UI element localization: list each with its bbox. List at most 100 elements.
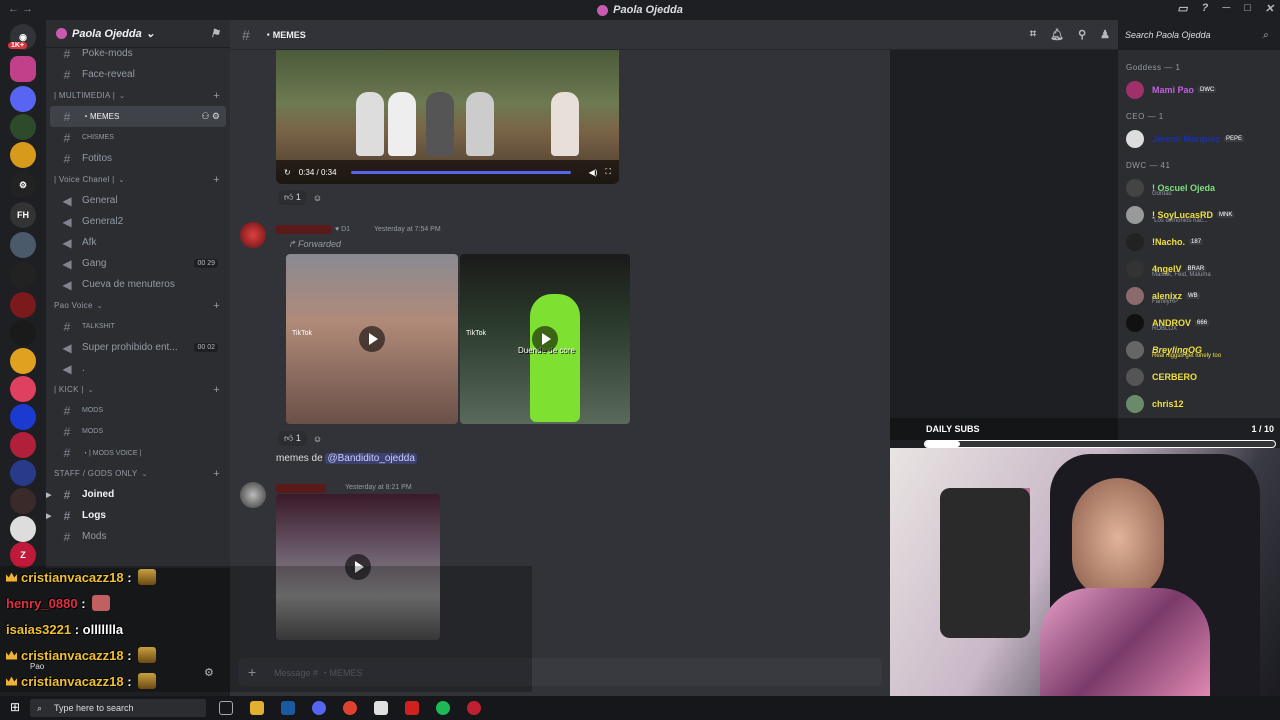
- member-item[interactable]: ANDROV 666 ROBLOX: [1118, 309, 1280, 336]
- category-staff[interactable]: STAFF / GODS ONLY ⌄ +: [46, 463, 230, 484]
- server-icon[interactable]: ⚙: [10, 172, 36, 198]
- volume-icon[interactable]: ◀): [589, 168, 598, 177]
- help-icon[interactable]: ?: [1202, 2, 1209, 15]
- bell-icon[interactable]: 🔔︎: [1050, 28, 1064, 41]
- member-item[interactable]: ! Oscuel Ojeda Gordas: [1118, 174, 1280, 201]
- minimize-icon[interactable]: ─: [1222, 2, 1230, 15]
- discord-icon[interactable]: [312, 701, 326, 715]
- member-item[interactable]: Mami Pao DWC: [1118, 76, 1280, 103]
- add-channel-icon[interactable]: +: [213, 384, 220, 396]
- category-kick[interactable]: | KICK | ⌄ +: [46, 379, 230, 400]
- steam-icon[interactable]: [281, 701, 295, 715]
- channel-mods-2[interactable]: # MODS: [50, 421, 226, 442]
- avatar[interactable]: [240, 482, 266, 508]
- category-voice[interactable]: | Voice Chanel | ⌄ +: [46, 169, 230, 190]
- add-channel-icon[interactable]: +: [213, 174, 220, 186]
- reaction-pill[interactable]: 👍︎ 1: [278, 190, 307, 205]
- server-icon[interactable]: [10, 432, 36, 458]
- member-item[interactable]: alenixz WB FamilyRP: [1118, 282, 1280, 309]
- member-item[interactable]: chris12: [1118, 390, 1280, 417]
- channel-mods-voice[interactable]: # ・| MODS VOICE |: [50, 442, 226, 463]
- username-redacted[interactable]: [276, 484, 326, 493]
- fullscreen-icon[interactable]: ⛶: [605, 167, 611, 177]
- voice-channel-cueva[interactable]: ◀ Cueva de menuteros: [50, 274, 226, 295]
- app-icon[interactable]: [467, 701, 481, 715]
- server-icon[interactable]: [10, 320, 36, 346]
- taskbar-search[interactable]: ⌕ Type here to search: [30, 699, 206, 717]
- windows-start-icon[interactable]: ⊞: [10, 700, 20, 714]
- channel-mods-staff[interactable]: # Mods: [50, 526, 226, 547]
- add-channel-icon[interactable]: +: [213, 468, 220, 480]
- channel-mods[interactable]: # MODS: [50, 400, 226, 421]
- server-icon[interactable]: FH: [10, 202, 36, 228]
- server-icon[interactable]: [10, 376, 36, 402]
- search-input[interactable]: Search Paola Ojedda ⌕: [1118, 24, 1274, 46]
- avatar[interactable]: [240, 222, 266, 248]
- server-icon[interactable]: [10, 488, 36, 514]
- channel-talkshit[interactable]: # TALKSHIT: [50, 316, 226, 337]
- video-thumbnail[interactable]: TikTok Duende de core: [460, 254, 630, 424]
- server-icon[interactable]: Z: [10, 542, 36, 568]
- voice-channel-general2[interactable]: ◀ General2: [50, 211, 226, 232]
- task-view-icon[interactable]: [219, 701, 233, 715]
- server-icon[interactable]: [10, 142, 36, 168]
- channel-memes[interactable]: # ・MEMES ⚇ ⚙: [50, 106, 226, 127]
- video-thumbnail[interactable]: TikTok: [286, 254, 458, 424]
- channel-logs[interactable]: ▶ # Logs: [46, 505, 226, 526]
- voice-channel-afk[interactable]: ◀ Afk: [50, 232, 226, 253]
- maximize-icon[interactable]: □: [1244, 2, 1251, 15]
- server-icon[interactable]: [10, 348, 36, 374]
- chrome-icon[interactable]: [343, 701, 357, 715]
- channel-joined[interactable]: ▶ # Joined: [46, 484, 226, 505]
- member-item[interactable]: ! SoyLucasRD MNK "Los demonios nac...: [1118, 201, 1280, 228]
- spotify-icon[interactable]: [436, 701, 450, 715]
- server-icon[interactable]: [10, 232, 36, 258]
- server-icon[interactable]: [10, 404, 36, 430]
- file-explorer-icon[interactable]: [250, 701, 264, 715]
- channel-settings-icon[interactable]: ⚇ ⚙: [201, 111, 220, 122]
- close-icon[interactable]: ✕: [1265, 2, 1274, 15]
- member-item[interactable]: !Nacho. 187: [1118, 228, 1280, 255]
- server-icon-paola[interactable]: [10, 56, 36, 82]
- voice-channel-gang[interactable]: ◀ Gang 00 29: [50, 253, 226, 274]
- back-forward-arrows-icon[interactable]: ← →: [8, 3, 33, 15]
- channel-fotitos[interactable]: # Fotitos: [50, 148, 226, 169]
- voice-channel-general[interactable]: ◀ General: [50, 190, 226, 211]
- add-reaction-icon[interactable]: ☺: [313, 193, 322, 203]
- voice-channel-dot[interactable]: ◀.: [50, 358, 226, 379]
- member-item[interactable]: CERBERO: [1118, 363, 1280, 390]
- voice-channel-super-prohibido[interactable]: ◀ Super prohibido ent... 00 02: [50, 337, 226, 358]
- member-item[interactable]: BreylingOG Real niggas get lonely too: [1118, 336, 1280, 363]
- add-channel-icon[interactable]: +: [213, 300, 220, 312]
- category-multimedia[interactable]: | MULTIMEDIA | ⌄ +: [46, 85, 230, 106]
- reaction-pill[interactable]: 👍︎ 1: [278, 431, 307, 446]
- notes-icon[interactable]: [374, 701, 388, 715]
- server-icon[interactable]: [10, 516, 36, 542]
- add-reaction-icon[interactable]: ☺: [313, 434, 322, 444]
- channel-poke-mods[interactable]: # Poke-mods: [50, 43, 226, 64]
- category-pao-voice[interactable]: Pao Voice ⌄ +: [46, 295, 230, 316]
- pin-icon[interactable]: ⚲: [1078, 28, 1086, 41]
- threads-icon[interactable]: ⌗: [1030, 28, 1036, 41]
- inbox-icon[interactable]: ▭: [1177, 2, 1187, 15]
- member-item[interactable]: Jeremi Marquez PEPE: [1118, 125, 1280, 152]
- video-progress-bar[interactable]: [350, 170, 571, 174]
- server-icon[interactable]: [10, 86, 36, 112]
- member-item[interactable]: 4ngelV BRAR Maisak, Feid, Maluma: [1118, 255, 1280, 282]
- member-list-icon[interactable]: ♟: [1100, 28, 1110, 41]
- play-icon[interactable]: [359, 326, 385, 352]
- app-icon[interactable]: [405, 701, 419, 715]
- video-attachment[interactable]: ↻ 0:34 / 0:34 ◀) ⛶: [276, 50, 619, 184]
- add-channel-icon[interactable]: +: [213, 90, 220, 102]
- user-settings-icon[interactable]: ⚙: [204, 666, 214, 679]
- channel-chismes[interactable]: # CHISMES: [50, 127, 226, 148]
- user-mention[interactable]: @Bandidito_ojedda: [325, 453, 417, 464]
- username-redacted[interactable]: [276, 225, 331, 234]
- replay-icon[interactable]: ↻: [284, 168, 291, 177]
- server-icon[interactable]: [10, 292, 36, 318]
- server-icon[interactable]: [10, 460, 36, 486]
- add-friend-icon[interactable]: ⚑: [210, 27, 220, 40]
- server-icon[interactable]: [10, 114, 36, 140]
- server-icon[interactable]: [10, 262, 36, 288]
- play-icon[interactable]: [532, 326, 558, 352]
